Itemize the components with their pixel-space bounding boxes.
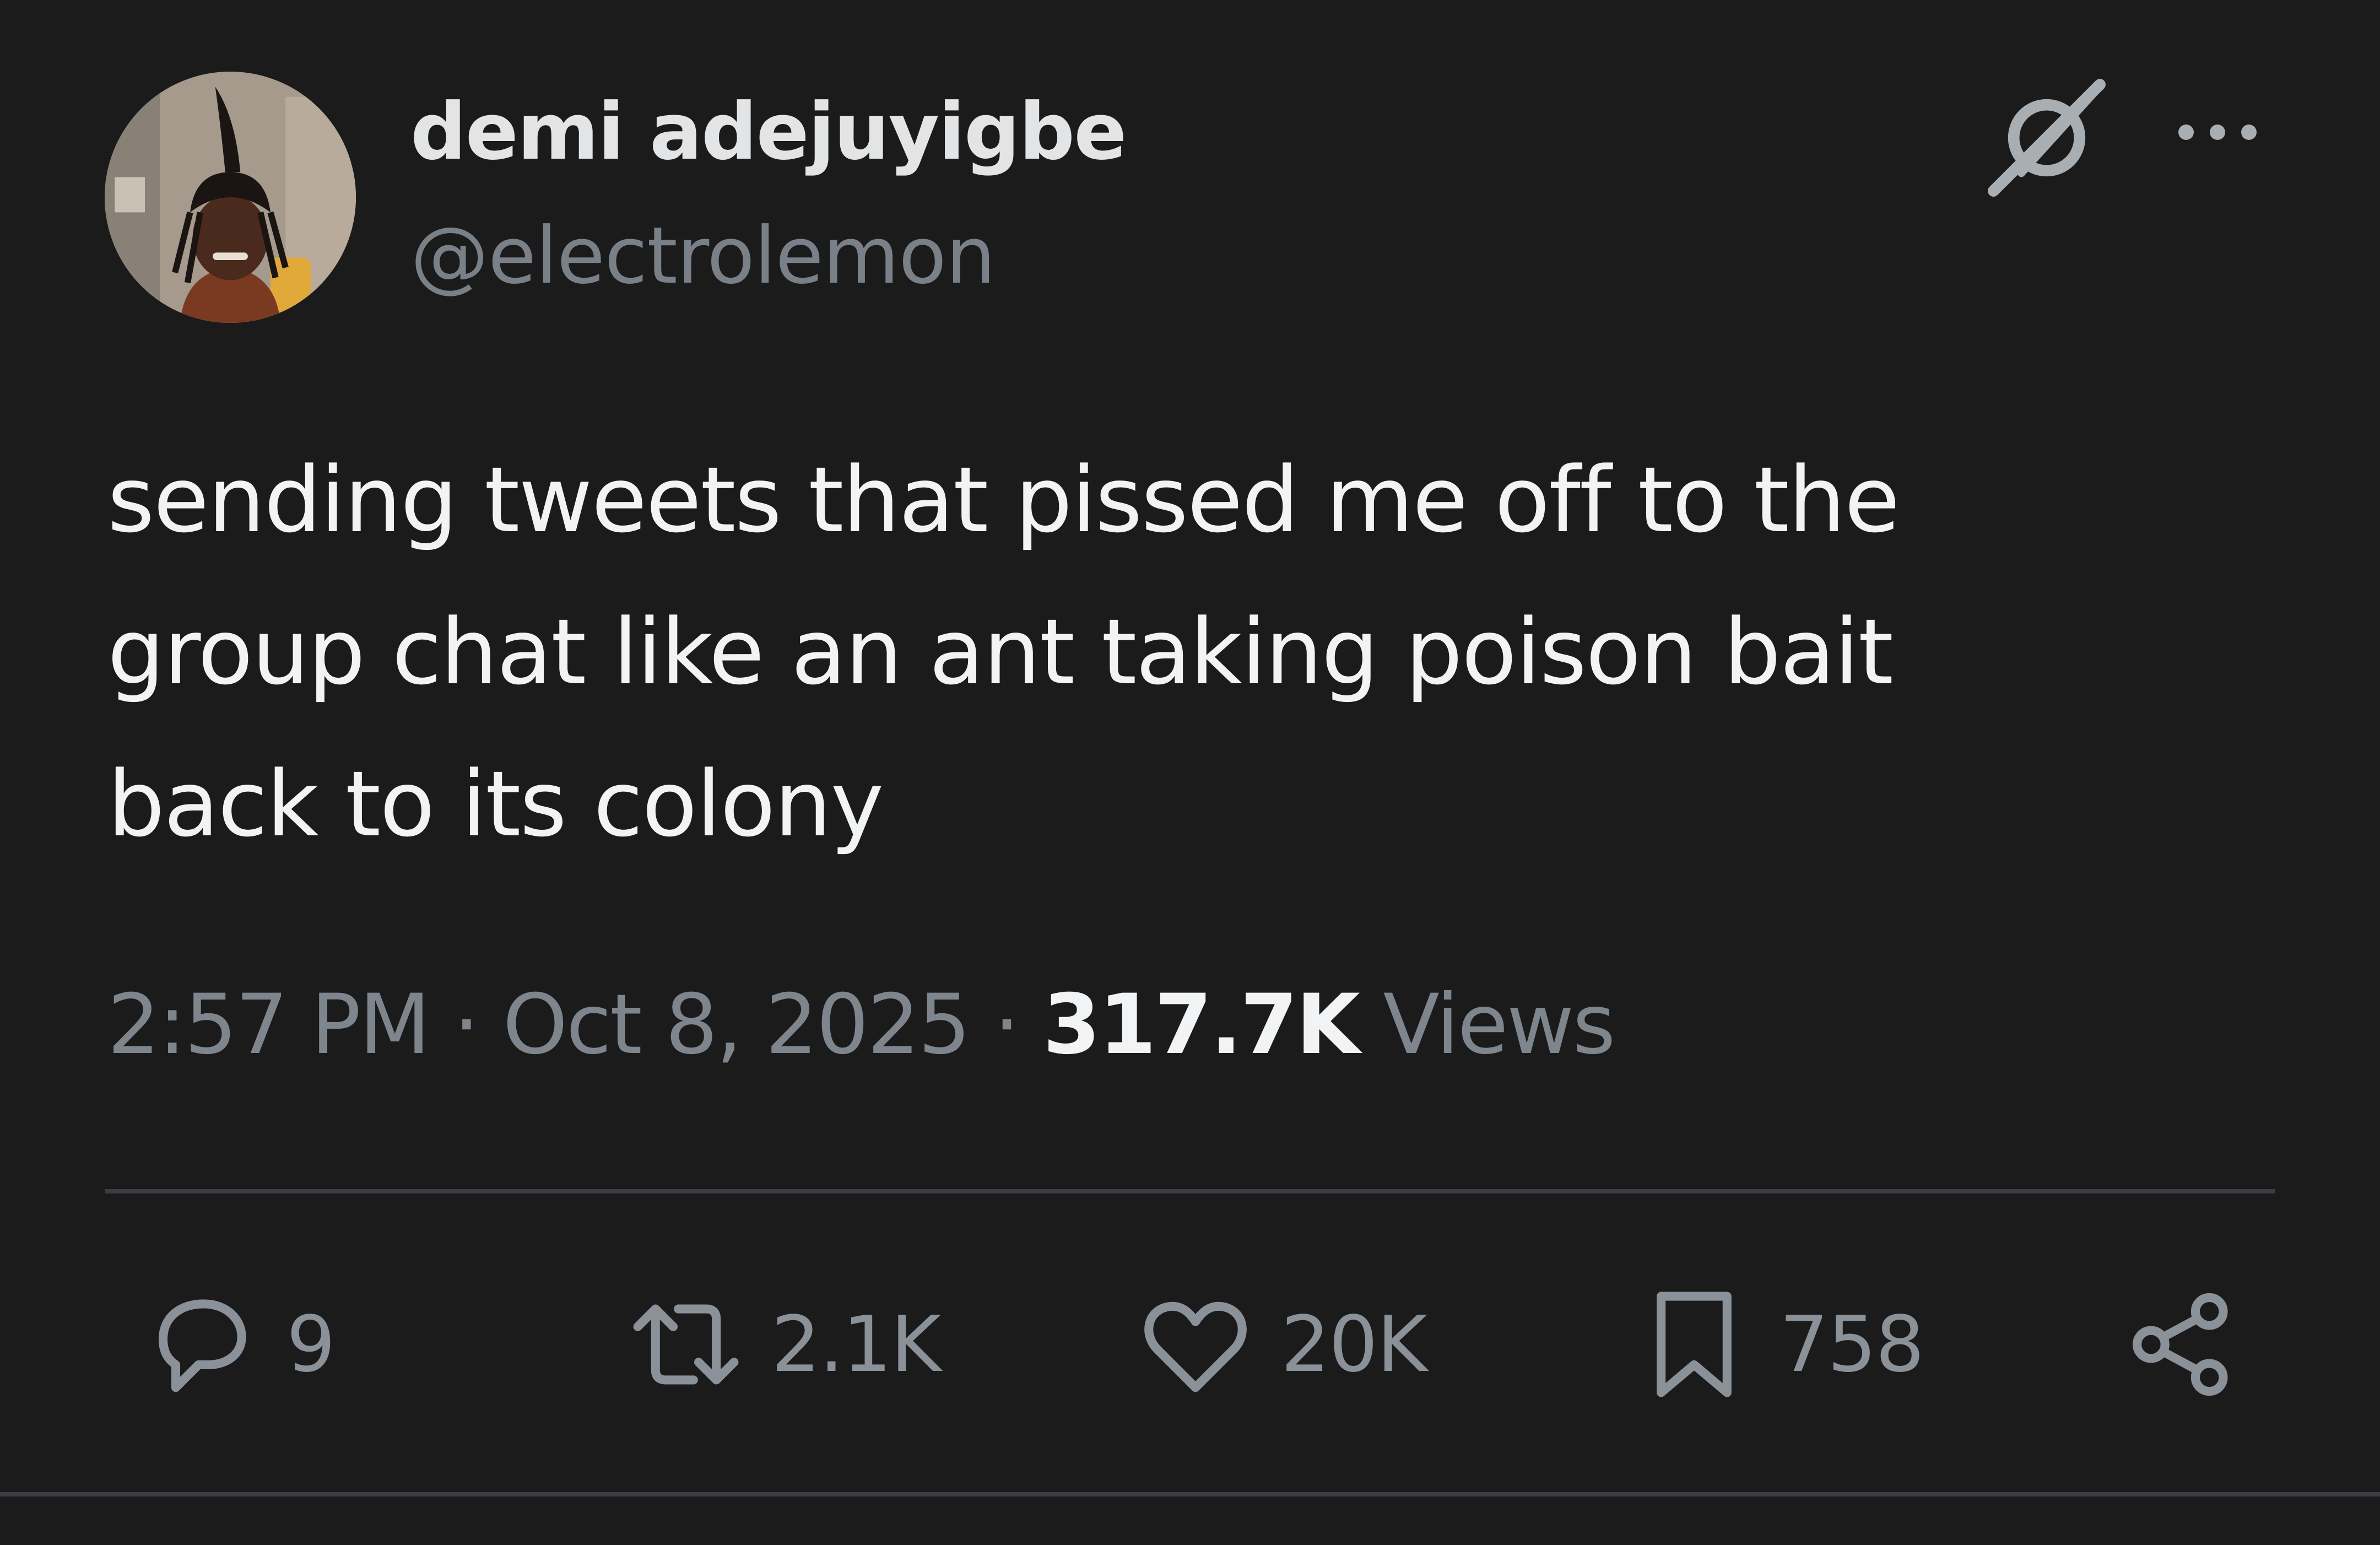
reply-icon [158, 1299, 246, 1392]
grok-icon[interactable] [1983, 74, 2110, 201]
author-display-name[interactable]: demi adejuyigbe [410, 83, 1127, 182]
bookmark-icon [1657, 1292, 1732, 1397]
tweet-text-line: back to its colony [107, 752, 884, 857]
meta-separator: · [429, 977, 503, 1073]
views-label: Views [1358, 977, 1615, 1073]
reply-button[interactable]: 9 [138, 1278, 336, 1411]
like-button[interactable]: 20K [1132, 1278, 1427, 1411]
reply-count: 9 [286, 1299, 336, 1390]
tweet-card: demi adejuyigbe @electrolemon sending tw… [0, 0, 2380, 1545]
tweet-date[interactable]: Oct 8, 2025 [502, 977, 971, 1073]
like-count: 20K [1281, 1299, 1427, 1390]
tweet-text: sending tweets that pissed me off to the… [107, 424, 2146, 880]
divider [105, 1189, 2275, 1193]
heart-icon [1144, 1301, 1247, 1392]
share-button[interactable] [2116, 1278, 2242, 1411]
tweet-text-line: group chat like an ant taking poison bai… [107, 599, 1894, 705]
more-options-icon[interactable] [2171, 116, 2264, 149]
divider [0, 1492, 2380, 1497]
retweet-icon [633, 1304, 739, 1385]
views-count[interactable]: 317.7K [1043, 977, 1360, 1073]
bookmark-count: 758 [1779, 1299, 1924, 1390]
tweet-time[interactable]: 2:57 PM [107, 977, 430, 1073]
tweet-text-line: sending tweets that pissed me off to the [107, 447, 1900, 553]
author-handle[interactable]: @electrolemon [410, 207, 996, 306]
retweet-count: 2.1K [771, 1299, 941, 1390]
bookmark-button[interactable]: 758 [1631, 1278, 1924, 1411]
retweet-button[interactable]: 2.1K [623, 1278, 941, 1411]
tweet-meta: 2:57 PM · Oct 8, 2025 · 317.7K Views [107, 970, 1616, 1080]
share-icon [2133, 1293, 2228, 1396]
avatar[interactable] [105, 72, 356, 323]
meta-separator: · [969, 977, 1043, 1073]
